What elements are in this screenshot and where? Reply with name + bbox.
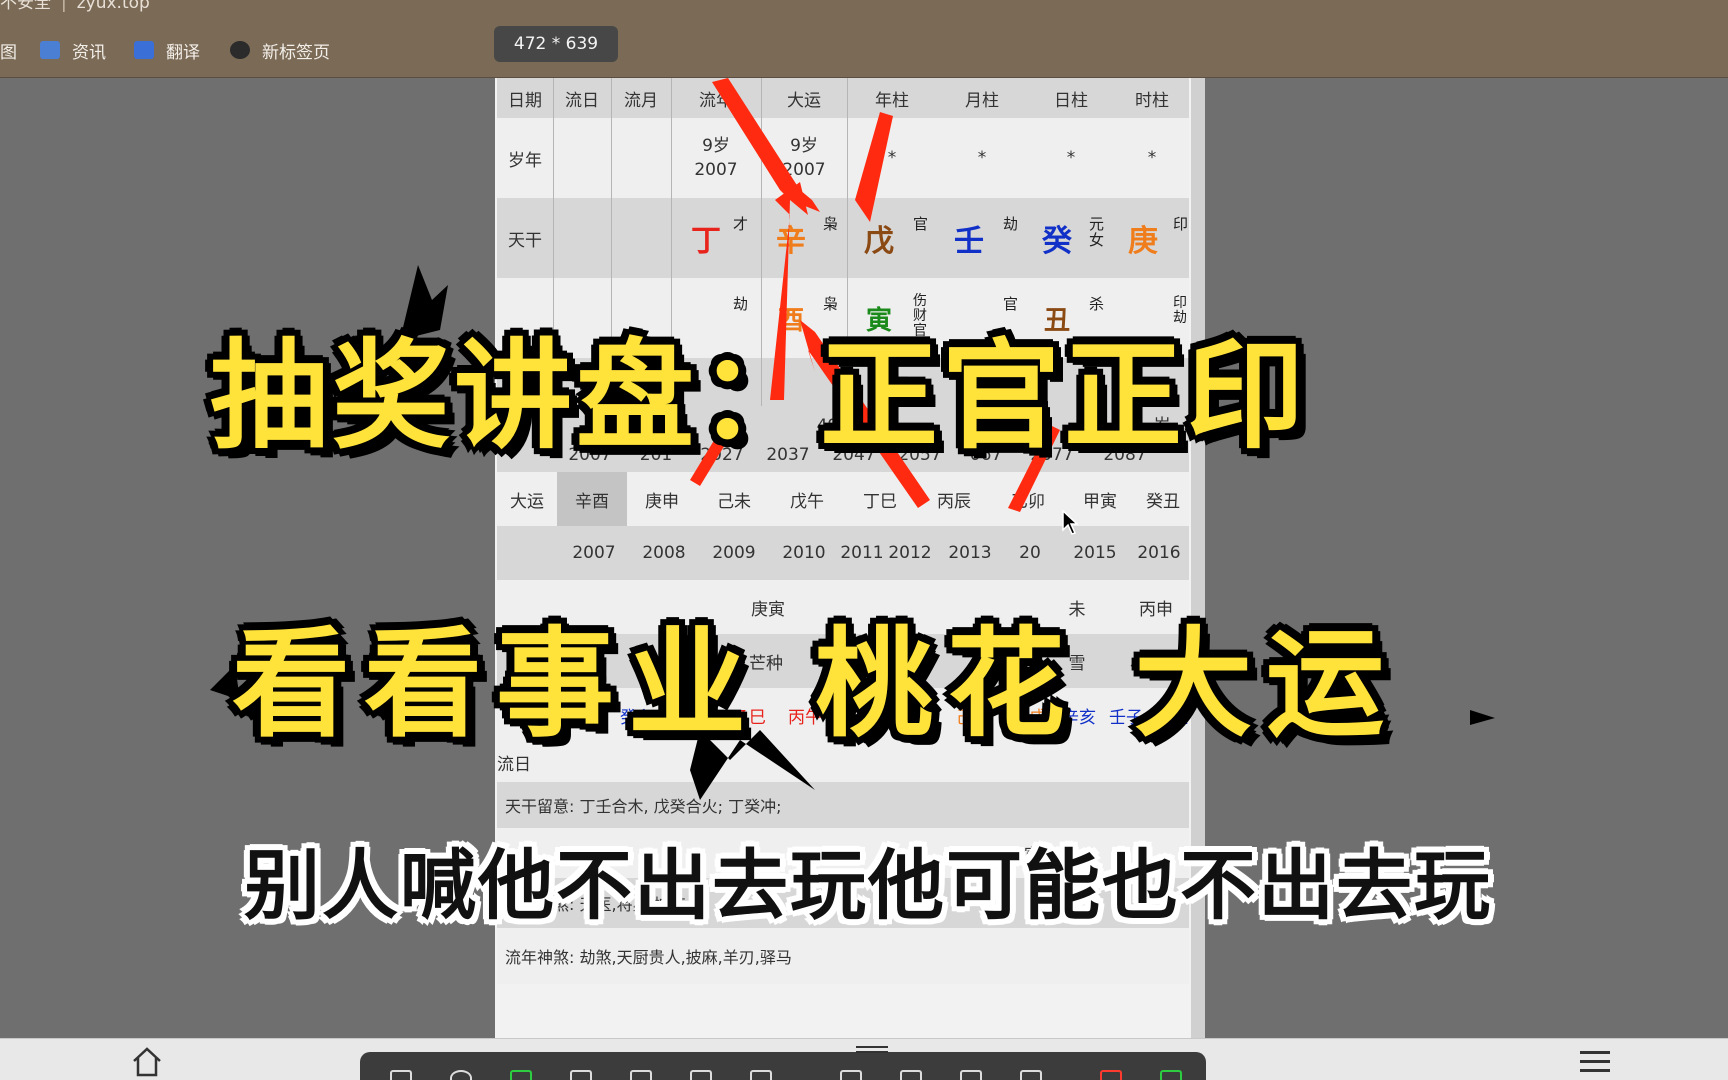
liunian-year[interactable]: 2012	[877, 526, 943, 580]
day-pillar-age: *	[1066, 148, 1076, 168]
header-day-pillar: 日柱	[1054, 90, 1088, 111]
notes-tiangan: 天干留意: 丁壬合木, 戊癸合火; 丁癸冲;	[505, 797, 782, 816]
dayun-item-selected[interactable]: 辛酉	[557, 472, 627, 526]
news-icon	[40, 41, 60, 59]
mouse-cursor-icon	[1062, 510, 1078, 535]
overlay-title-line1: 抽奖讲盘：正官正印	[210, 327, 1309, 465]
bookmark-news[interactable]: 资讯	[40, 38, 106, 63]
liunian-stem-god: 才	[733, 215, 749, 233]
tiangan-row: 天干 丁 才 辛 枭 戊 官 壬 劫 癸 元女 庚 印	[497, 198, 1189, 278]
dayun-row-label: 大运	[510, 491, 544, 512]
bookmark-label: 资讯	[72, 42, 106, 63]
crop-tool-icon[interactable]	[900, 1070, 922, 1080]
annotation-toolbar	[360, 1052, 1206, 1080]
age-row-label: 岁年	[508, 150, 542, 171]
hamburger-menu-icon[interactable]	[1578, 1049, 1612, 1075]
year-stem-god: 官	[913, 215, 929, 233]
text-tool-icon[interactable]	[690, 1070, 712, 1080]
header-year-pillar: 年柱	[875, 90, 909, 111]
table-header-row: 日期 流日 流月 流年 大运 年柱 月柱 日柱 时柱	[497, 78, 1189, 118]
confirm-icon[interactable]	[1160, 1070, 1182, 1080]
bookmark-label: 图	[0, 42, 17, 63]
address-separator: |	[61, 0, 67, 13]
header-liuyue: 流月	[624, 90, 658, 111]
ellipse-tool-icon[interactable]	[450, 1070, 472, 1080]
dayun-item[interactable]: 戊午	[771, 472, 843, 526]
overlay-title-line2: 看看事业 桃花 大运	[232, 615, 1399, 753]
tag-tool-icon[interactable]	[750, 1070, 772, 1080]
month-stem: 壬	[954, 224, 984, 259]
header-dayun: 大运	[787, 90, 821, 111]
hour-stem: 庚	[1128, 224, 1158, 259]
undo-icon[interactable]	[960, 1070, 982, 1080]
hour-pillar-age: *	[1147, 148, 1157, 168]
year-stem: 戊	[864, 224, 894, 259]
dayun-row: 大运 辛酉 庚申 己未 戊午 丁巳 丙辰 乙卯 甲寅 癸丑	[497, 472, 1189, 526]
month-pillar-age: *	[977, 148, 987, 168]
dayun-item[interactable]: 乙卯	[991, 472, 1065, 526]
header-liunian: 流年	[699, 90, 733, 111]
globe-icon	[230, 41, 250, 59]
address-bar[interactable]: 不安全 | zyux.top	[0, 0, 1728, 22]
dayun-age: 9岁 2007	[782, 136, 826, 180]
day-stem-god: 元女	[1089, 215, 1105, 249]
bookmark-translate[interactable]: 翻译	[134, 38, 200, 63]
liunian-stem: 丁	[691, 224, 721, 259]
bookmark-newtab[interactable]: 新标签页	[230, 38, 330, 63]
rectangle-tool-icon[interactable]	[390, 1070, 412, 1080]
dayun-stem: 辛	[776, 224, 806, 259]
bookmark-label: 新标签页	[262, 42, 330, 63]
marker-tool-icon[interactable]	[630, 1070, 652, 1080]
day-stem: 癸	[1042, 224, 1072, 259]
address-domain: zyux.top	[76, 0, 150, 13]
liunian-age: 9岁 2007	[694, 136, 738, 180]
image-size-badge: 472 * 639	[494, 26, 618, 62]
header-month-pillar: 月柱	[965, 90, 999, 111]
translate-icon	[134, 41, 154, 59]
age-row: 岁年 9岁 2007 9岁 2007 * * * *	[497, 118, 1189, 198]
dayun-item[interactable]: 己未	[697, 472, 771, 526]
liunian-years-row: 2007 2008 2009 2010 2011 2012 2013 20 20…	[497, 526, 1189, 580]
header-hour-pillar: 时柱	[1135, 90, 1169, 111]
tiangan-row-label: 天干	[508, 230, 542, 251]
bookmark-map[interactable]: 图	[0, 38, 17, 63]
dayun-stem-god: 枭	[823, 215, 839, 233]
header-date: 日期	[508, 90, 542, 111]
arrow-tool-icon[interactable]	[510, 1070, 532, 1080]
toolbar-drag-handle-icon[interactable]	[856, 1046, 888, 1056]
header-liuri: 流日	[565, 90, 599, 111]
liunian-year[interactable]: 20	[997, 526, 1063, 580]
year-pillar-age: *	[887, 148, 897, 168]
liunian-year[interactable]: 2013	[937, 526, 1003, 580]
close-icon[interactable]	[1100, 1070, 1122, 1080]
hour-stem-god: 印	[1173, 215, 1189, 233]
bookmark-bar: 图 资讯 翻译 新标签页	[0, 22, 1728, 78]
liunian-year[interactable]: 2009	[699, 526, 769, 580]
liunian-year[interactable]: 2008	[629, 526, 699, 580]
home-icon[interactable]	[130, 1045, 164, 1079]
month-stem-god: 劫	[1003, 215, 1019, 233]
dayun-item[interactable]: 癸丑	[1135, 472, 1191, 526]
dayun-item[interactable]: 庚申	[627, 472, 697, 526]
download-icon[interactable]	[1020, 1070, 1042, 1080]
bookmark-label: 翻译	[166, 42, 200, 63]
liunian-year[interactable]: 2007	[559, 526, 629, 580]
pin-tool-icon[interactable]	[840, 1070, 862, 1080]
liunian-year[interactable]: 2016	[1127, 526, 1191, 580]
dayun-item[interactable]: 丁巳	[843, 472, 917, 526]
overlay-subtitle: 别人喊他不出去玩他可能也不出去玩	[244, 841, 1492, 930]
notes-tiangan-row: 天干留意: 丁壬合木, 戊癸合火; 丁癸冲;	[497, 782, 1189, 828]
dayun-item[interactable]: 丙辰	[917, 472, 991, 526]
pen-tool-icon[interactable]	[570, 1070, 592, 1080]
security-label: 不安全	[0, 0, 51, 13]
